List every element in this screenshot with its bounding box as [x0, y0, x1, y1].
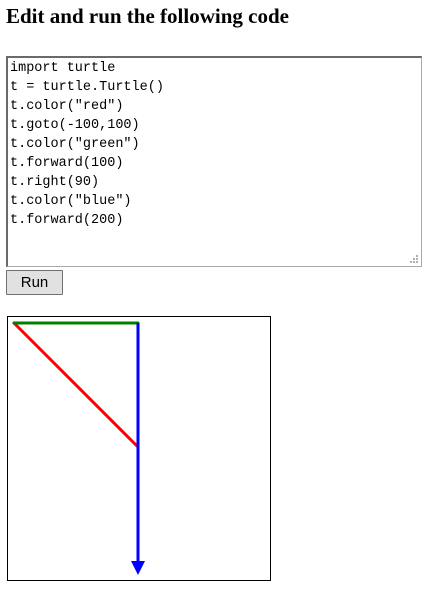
red-path-line [12, 321, 140, 449]
code-line: t.forward(200) [10, 213, 124, 228]
turtle-drawing [12, 321, 145, 575]
page-title: Edit and run the following code [6, 4, 289, 28]
code-line: t.goto(-100,100) [10, 118, 140, 133]
code-line: import turtle [10, 61, 116, 76]
code-lines: import turtle t = turtle.Turtle() t.colo… [10, 59, 164, 230]
code-line: t.forward(100) [10, 156, 124, 171]
code-editor[interactable]: import turtle t = turtle.Turtle() t.colo… [6, 56, 422, 267]
turtle-arrow-icon [131, 561, 145, 575]
resize-grip-icon[interactable] [408, 253, 419, 264]
turtle-canvas [7, 316, 271, 581]
code-line: t = turtle.Turtle() [10, 80, 164, 95]
run-button[interactable]: Run [6, 270, 63, 295]
code-line: t.color("blue") [10, 194, 132, 209]
code-line: t.right(90) [10, 175, 100, 190]
code-line: t.color("green") [10, 137, 140, 152]
code-line: t.color("red") [10, 99, 124, 114]
